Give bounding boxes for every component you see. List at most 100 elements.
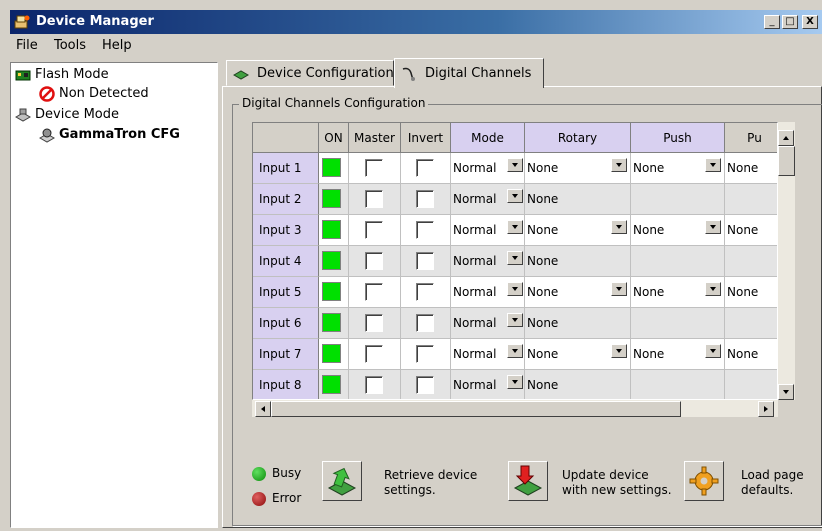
column-header-rotary[interactable]: Rotary	[525, 123, 631, 153]
load-defaults-button[interactable]	[684, 461, 724, 501]
mode-dropdown-arrow[interactable]	[507, 375, 523, 389]
push-dropdown-arrow[interactable]	[705, 220, 721, 234]
invert-checkbox[interactable]	[416, 314, 434, 332]
rotary-dropdown-arrow[interactable]	[611, 158, 627, 172]
on-indicator[interactable]	[322, 344, 341, 363]
mode-cell[interactable]: Normal	[451, 184, 525, 215]
maximize-button[interactable]: □	[782, 15, 798, 29]
pu-cell[interactable]: None	[725, 339, 777, 370]
column-header-invert[interactable]: Invert	[401, 123, 451, 153]
pu-cell[interactable]	[725, 246, 777, 277]
mode-dropdown-arrow[interactable]	[507, 251, 523, 265]
invert-checkbox[interactable]	[416, 190, 434, 208]
on-cell[interactable]	[319, 308, 349, 339]
master-checkbox[interactable]	[365, 345, 383, 363]
master-checkbox[interactable]	[365, 159, 383, 177]
horizontal-scroll-thumb[interactable]	[271, 401, 681, 417]
rotary-cell[interactable]: None	[525, 246, 631, 277]
on-cell[interactable]	[319, 277, 349, 308]
master-checkbox[interactable]	[365, 283, 383, 301]
mode-cell[interactable]: Normal	[451, 246, 525, 277]
column-header-master[interactable]: Master	[349, 123, 401, 153]
invert-checkbox[interactable]	[416, 345, 434, 363]
tab-device-configuration[interactable]: Device Configuration	[226, 60, 394, 86]
master-checkbox[interactable]	[365, 221, 383, 239]
on-cell[interactable]	[319, 153, 349, 184]
channels-grid[interactable]: ON Master Invert Mode Rotary Push Pu Input 1 Nor…	[252, 122, 778, 400]
invert-checkbox[interactable]	[416, 252, 434, 270]
on-indicator[interactable]	[322, 282, 341, 301]
push-cell[interactable]: None	[631, 277, 725, 308]
column-header-on[interactable]: ON	[319, 123, 349, 153]
pu-cell[interactable]	[725, 370, 777, 399]
mode-cell[interactable]: Normal	[451, 339, 525, 370]
on-indicator[interactable]	[322, 220, 341, 239]
column-header-push[interactable]: Push	[631, 123, 725, 153]
push-cell[interactable]	[631, 246, 725, 277]
on-indicator[interactable]	[322, 189, 341, 208]
close-button[interactable]: X	[802, 15, 818, 29]
retrieve-settings-label[interactable]: Retrieve device settings.	[384, 468, 494, 498]
update-device-label[interactable]: Update device with new settings.	[562, 468, 674, 498]
menu-help[interactable]: Help	[102, 38, 132, 53]
update-device-button[interactable]	[508, 461, 548, 501]
invert-checkbox[interactable]	[416, 221, 434, 239]
column-header-pu[interactable]: Pu	[725, 123, 777, 153]
pu-cell[interactable]: None	[725, 153, 777, 184]
mode-cell[interactable]: Normal	[451, 215, 525, 246]
on-indicator[interactable]	[322, 251, 341, 270]
mode-dropdown-arrow[interactable]	[507, 313, 523, 327]
scroll-left-button[interactable]	[255, 401, 271, 417]
mode-dropdown-arrow[interactable]	[507, 344, 523, 358]
on-cell[interactable]	[319, 246, 349, 277]
mode-dropdown-arrow[interactable]	[507, 189, 523, 203]
push-dropdown-arrow[interactable]	[705, 344, 721, 358]
master-checkbox[interactable]	[365, 252, 383, 270]
mode-dropdown-arrow[interactable]	[507, 220, 523, 234]
invert-checkbox[interactable]	[416, 283, 434, 301]
mode-dropdown-arrow[interactable]	[507, 282, 523, 296]
rotary-cell[interactable]: None	[525, 153, 631, 184]
minimize-button[interactable]: _	[764, 15, 780, 29]
invert-checkbox[interactable]	[416, 159, 434, 177]
pu-cell[interactable]: None	[725, 215, 777, 246]
vertical-scroll-thumb[interactable]	[778, 146, 795, 176]
scroll-down-button[interactable]	[778, 384, 794, 400]
push-dropdown-arrow[interactable]	[705, 282, 721, 296]
mode-cell[interactable]: Normal	[451, 153, 525, 184]
rotary-cell[interactable]: None	[525, 339, 631, 370]
push-dropdown-arrow[interactable]	[705, 158, 721, 172]
push-cell[interactable]: None	[631, 339, 725, 370]
mode-cell[interactable]: Normal	[451, 370, 525, 399]
push-cell[interactable]	[631, 308, 725, 339]
grid-horizontal-scrollbar[interactable]	[252, 400, 778, 417]
invert-checkbox[interactable]	[416, 376, 434, 394]
rotary-cell[interactable]: None	[525, 184, 631, 215]
on-cell[interactable]	[319, 339, 349, 370]
rotary-dropdown-arrow[interactable]	[611, 344, 627, 358]
mode-cell[interactable]: Normal	[451, 308, 525, 339]
master-checkbox[interactable]	[365, 376, 383, 394]
on-indicator[interactable]	[322, 158, 341, 177]
load-defaults-label[interactable]: Load page defaults.	[741, 468, 819, 498]
device-tree[interactable]: Flash Mode Non Detected Device Mode Gamm…	[10, 62, 218, 528]
push-cell[interactable]	[631, 370, 725, 399]
on-indicator[interactable]	[322, 313, 341, 332]
on-cell[interactable]	[319, 370, 349, 399]
push-cell[interactable]	[631, 184, 725, 215]
on-cell[interactable]	[319, 184, 349, 215]
rotary-cell[interactable]: None	[525, 308, 631, 339]
scroll-right-button[interactable]	[758, 401, 774, 417]
rotary-cell[interactable]: None	[525, 215, 631, 246]
mode-cell[interactable]: Normal	[451, 277, 525, 308]
master-checkbox[interactable]	[365, 190, 383, 208]
pu-cell[interactable]	[725, 184, 777, 215]
rotary-cell[interactable]: None	[525, 370, 631, 399]
rotary-cell[interactable]: None	[525, 277, 631, 308]
grid-vertical-scrollbar[interactable]	[778, 122, 795, 400]
menu-file[interactable]: File	[16, 38, 38, 53]
rotary-dropdown-arrow[interactable]	[611, 220, 627, 234]
pu-cell[interactable]: None	[725, 277, 777, 308]
menu-tools[interactable]: Tools	[54, 38, 86, 53]
tab-digital-channels[interactable]: Digital Channels	[394, 58, 544, 88]
